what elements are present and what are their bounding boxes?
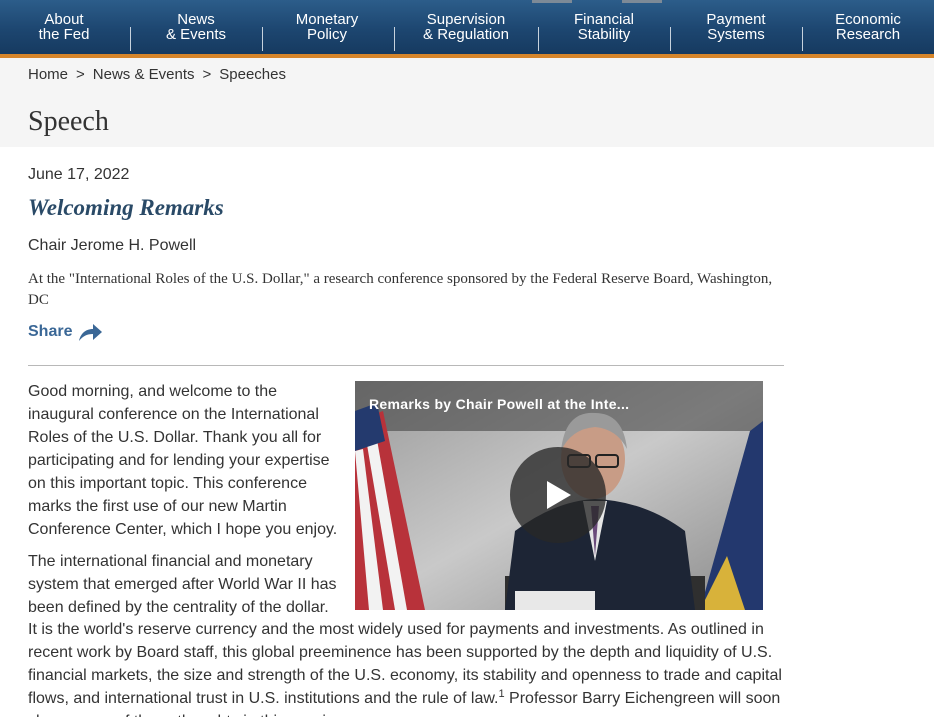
speech-paragraph: The international financial and monetary… xyxy=(28,553,337,616)
speech-location: At the "International Roles of the U.S. … xyxy=(28,271,773,308)
nav-item-financial-stability[interactable]: Financial Stability xyxy=(538,0,670,54)
video-title: Remarks by Chair Powell at the Inte... xyxy=(369,396,630,412)
breadcrumb-speeches[interactable]: Speeches xyxy=(219,66,286,83)
breadcrumb: Home > News & Events > Speeches xyxy=(28,66,286,83)
speech-paragraph: It is the world's reserve currency and t… xyxy=(28,618,788,717)
video-player[interactable]: Remarks by Chair Powell at the Inte... xyxy=(355,381,763,610)
speech-date: June 17, 2022 xyxy=(28,166,130,183)
content-divider xyxy=(28,365,784,366)
nav-separator xyxy=(394,27,395,51)
speech-paragraph: Good morning, and welcome to the inaugur… xyxy=(28,383,338,538)
breadcrumb-news-events[interactable]: News & Events xyxy=(93,66,195,83)
speech-speaker: Chair Jerome H. Powell xyxy=(28,237,197,254)
nav-item-economic-research[interactable]: Economic Research xyxy=(802,0,934,54)
breadcrumb-separator: > xyxy=(202,66,212,83)
nav-item-news-events[interactable]: News & Events xyxy=(130,0,262,54)
share-button[interactable]: Share xyxy=(28,322,103,342)
breadcrumb-home[interactable]: Home xyxy=(28,66,68,83)
nav-item-payment-systems[interactable]: Payment Systems xyxy=(670,0,802,54)
share-label: Share xyxy=(28,323,73,340)
play-icon xyxy=(547,481,571,509)
nav-item-monetary-policy[interactable]: Monetary Policy xyxy=(261,0,393,54)
share-arrow-icon xyxy=(79,324,103,341)
nav-item-about-the-fed[interactable]: About the Fed xyxy=(0,0,130,54)
breadcrumb-separator: > xyxy=(76,66,85,83)
page-title: Speech xyxy=(28,106,109,137)
play-button[interactable] xyxy=(510,447,606,543)
nav-item-supervision-regulation[interactable]: Supervision & Regulation xyxy=(399,0,533,54)
top-navigation: About the Fed News & Events Monetary Pol… xyxy=(0,0,934,58)
speech-title: Welcoming Remarks xyxy=(28,195,224,220)
